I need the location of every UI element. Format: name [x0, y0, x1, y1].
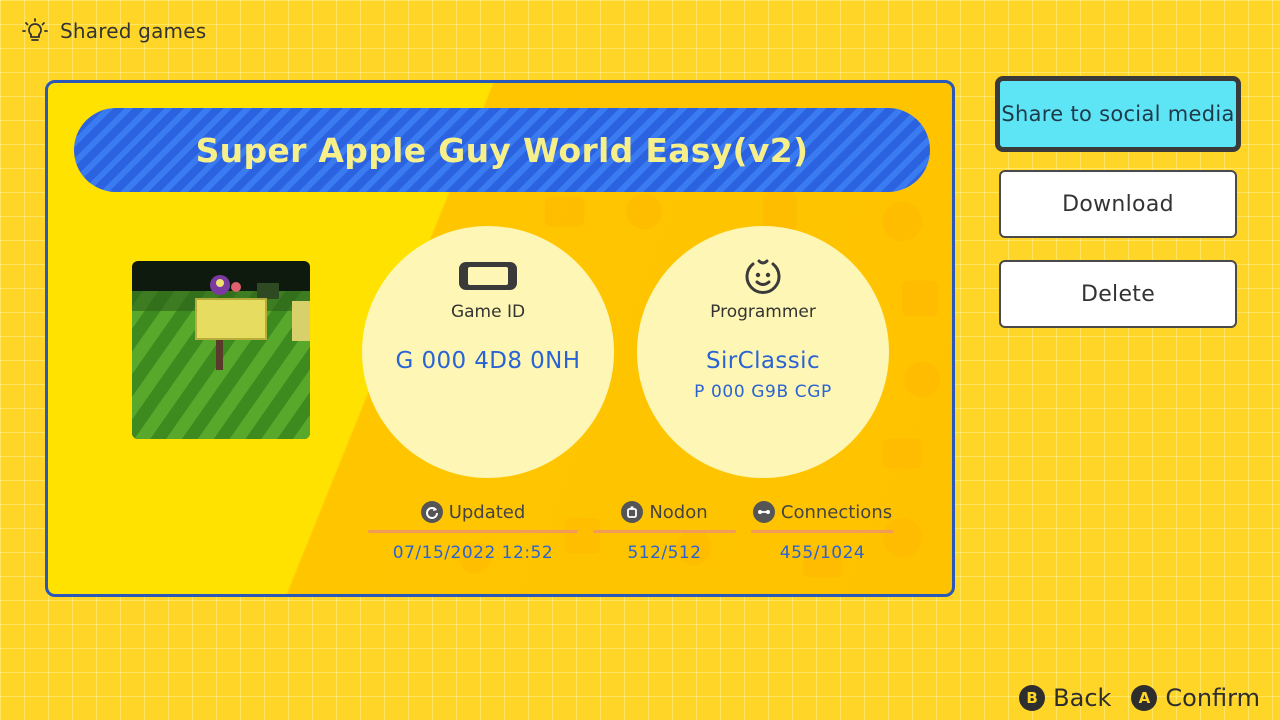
- stat-updated: Updated 07/15/2022 12:52: [368, 498, 578, 563]
- download-button[interactable]: Download: [999, 170, 1237, 238]
- lightbulb-icon: [20, 16, 50, 46]
- nodon-label: Nodon: [649, 501, 708, 523]
- programmer-face-icon: [743, 256, 783, 296]
- confirm-label: Confirm: [1165, 684, 1260, 712]
- back-hint[interactable]: B Back: [1019, 684, 1111, 712]
- game-id-panel: Game ID G 000 4D8 0NH: [362, 226, 614, 478]
- connections-value: 455/1024: [779, 543, 866, 563]
- a-button-icon: A: [1131, 685, 1158, 711]
- game-card: Super Apple Guy World Easy(v2) Game ID G…: [45, 80, 955, 597]
- programmer-name: SirClassic: [706, 348, 820, 374]
- updated-value: 07/15/2022 12:52: [392, 543, 554, 563]
- programmer-id: P 000 G9B CGP: [694, 382, 832, 402]
- page-title: Shared games: [60, 19, 207, 43]
- game-id-label: Game ID: [450, 302, 526, 322]
- switch-console-icon: [458, 256, 518, 296]
- share-to-social-media-button[interactable]: Share to social media: [995, 76, 1241, 152]
- game-title-banner: Super Apple Guy World Easy(v2): [74, 108, 930, 192]
- refresh-icon: [420, 501, 443, 523]
- delete-button[interactable]: Delete: [999, 260, 1237, 328]
- connection-icon: [752, 501, 775, 523]
- stat-connections: Connections 455/1024: [751, 498, 894, 563]
- connections-label: Connections: [780, 501, 893, 523]
- updated-label: Updated: [448, 501, 526, 523]
- back-label: Back: [1053, 684, 1112, 712]
- divider: [368, 530, 578, 533]
- confirm-hint[interactable]: A Confirm: [1131, 684, 1260, 712]
- stat-nodon: Nodon 512/512: [593, 498, 736, 563]
- game-thumbnail: [132, 261, 310, 439]
- divider: [593, 530, 736, 533]
- nodon-value: 512/512: [627, 543, 702, 563]
- programmer-label: Programmer: [710, 302, 816, 322]
- game-title: Super Apple Guy World Easy(v2): [195, 130, 809, 170]
- nodon-icon: [621, 501, 644, 523]
- programmer-panel: Programmer SirClassic P 000 G9B CGP: [637, 226, 889, 478]
- button-hints: B Back A Confirm: [1019, 684, 1260, 712]
- header: Shared games: [20, 16, 206, 46]
- game-id-value: G 000 4D8 0NH: [395, 348, 581, 374]
- b-button-icon: B: [1019, 685, 1046, 711]
- divider: [751, 530, 894, 533]
